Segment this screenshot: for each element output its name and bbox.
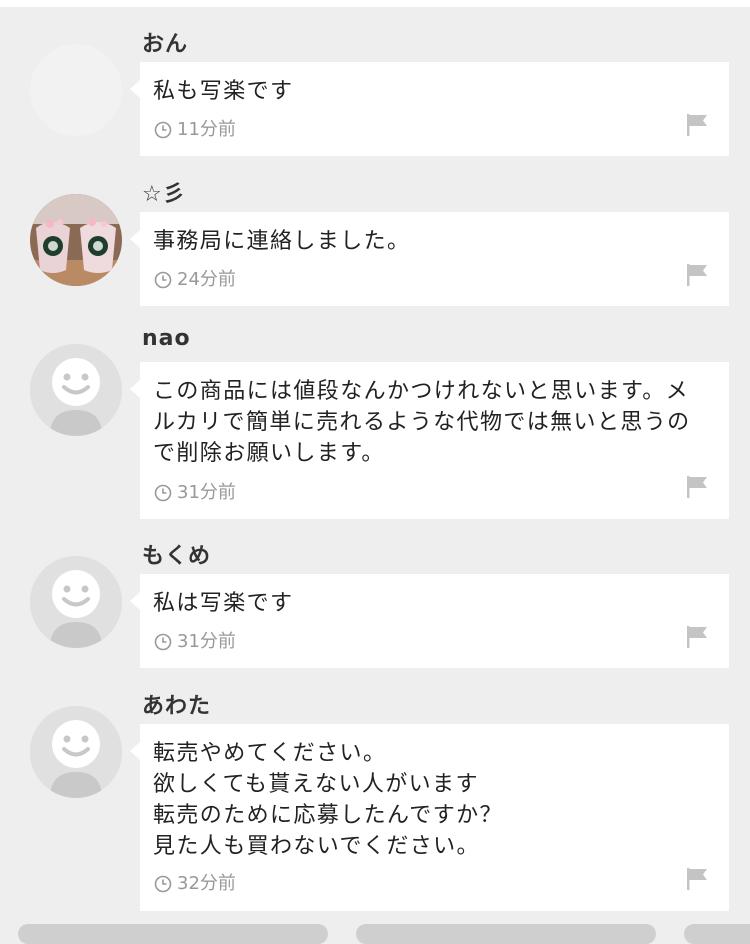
comment-line: 事務局に連絡しました。 xyxy=(153,229,411,254)
commenter-name[interactable]: nao xyxy=(142,326,191,351)
clock-icon xyxy=(154,271,172,289)
comment-text: 私は写楽です xyxy=(153,588,715,619)
avatar-photo xyxy=(30,194,122,286)
flag-icon[interactable] xyxy=(685,474,709,500)
comment-text: 事務局に連絡しました。 xyxy=(153,226,715,257)
bottom-action-pill[interactable] xyxy=(684,924,750,944)
time-label: 32分前 xyxy=(177,873,236,894)
comment-time: 32分前 xyxy=(154,873,236,895)
commenter-name[interactable]: あわた xyxy=(142,688,211,720)
commenter-name[interactable]: おん xyxy=(142,26,188,58)
comment-text: 転売やめてください。 欲しくても貰えない人がいます 転売のために応募したんですか… xyxy=(153,738,715,862)
commenter-name[interactable]: もくめ xyxy=(142,538,211,570)
comment-line: 私も写楽です xyxy=(153,79,294,104)
comment-time: 24分前 xyxy=(154,269,236,291)
comment-bubble: この商品には値段なんかつけれないと思います。メ ルカリで簡単に売れるような代物で… xyxy=(130,362,729,519)
comment-bubble: 事務局に連絡しました。 24分前 xyxy=(130,212,729,306)
avatar[interactable] xyxy=(30,706,122,798)
clock-icon xyxy=(154,633,172,651)
bottom-action-pill[interactable] xyxy=(356,924,656,944)
comment-line: 見た人も買わないでください。 xyxy=(153,834,480,859)
comment-bubble: 私も写楽です 11分前 xyxy=(130,62,729,156)
comment-text: この商品には値段なんかつけれないと思います。メ ルカリで簡単に売れるような代物で… xyxy=(153,376,715,469)
comment-line: で削除お願いします。 xyxy=(153,441,385,466)
clock-icon xyxy=(154,484,172,502)
avatar[interactable] xyxy=(30,194,122,286)
flag-icon[interactable] xyxy=(685,112,709,138)
comment-text: 私も写楽です xyxy=(153,76,715,107)
avatar[interactable] xyxy=(30,344,122,436)
time-label: 31分前 xyxy=(177,631,236,652)
commenter-name[interactable]: ☆彡 xyxy=(142,176,186,208)
comment-line: 転売のために応募したんですか？ xyxy=(153,803,503,828)
comment-time: 31分前 xyxy=(154,631,236,653)
comment-time: 11分前 xyxy=(154,119,236,141)
flag-icon[interactable] xyxy=(685,624,709,650)
bottom-action-pill[interactable] xyxy=(18,924,328,944)
comment-time: 31分前 xyxy=(154,482,236,504)
avatar[interactable] xyxy=(30,556,122,648)
time-label: 11分前 xyxy=(177,119,236,140)
comment-line: 欲しくても貰えない人がいます xyxy=(153,772,479,797)
top-divider xyxy=(0,0,750,7)
default-face-icon xyxy=(30,706,122,798)
comment-line: ルカリで簡単に売れるような代物では無いと思うの xyxy=(153,410,691,435)
comment-line: この商品には値段なんかつけれないと思います。メ xyxy=(153,379,690,404)
default-face-icon xyxy=(30,344,122,436)
comment-bubble: 転売やめてください。 欲しくても貰えない人がいます 転売のために応募したんですか… xyxy=(130,724,729,911)
default-face-icon xyxy=(30,556,122,648)
flag-icon[interactable] xyxy=(685,262,709,288)
avatar[interactable] xyxy=(30,44,122,136)
clock-icon xyxy=(154,121,172,139)
flag-icon[interactable] xyxy=(685,866,709,892)
clock-icon xyxy=(154,875,172,893)
time-label: 31分前 xyxy=(177,482,236,503)
comment-line: 私は写楽です xyxy=(153,591,294,616)
comment-bubble: 私は写楽です 31分前 xyxy=(130,574,729,668)
time-label: 24分前 xyxy=(177,269,236,290)
comment-line: 転売やめてください。 xyxy=(153,741,387,766)
